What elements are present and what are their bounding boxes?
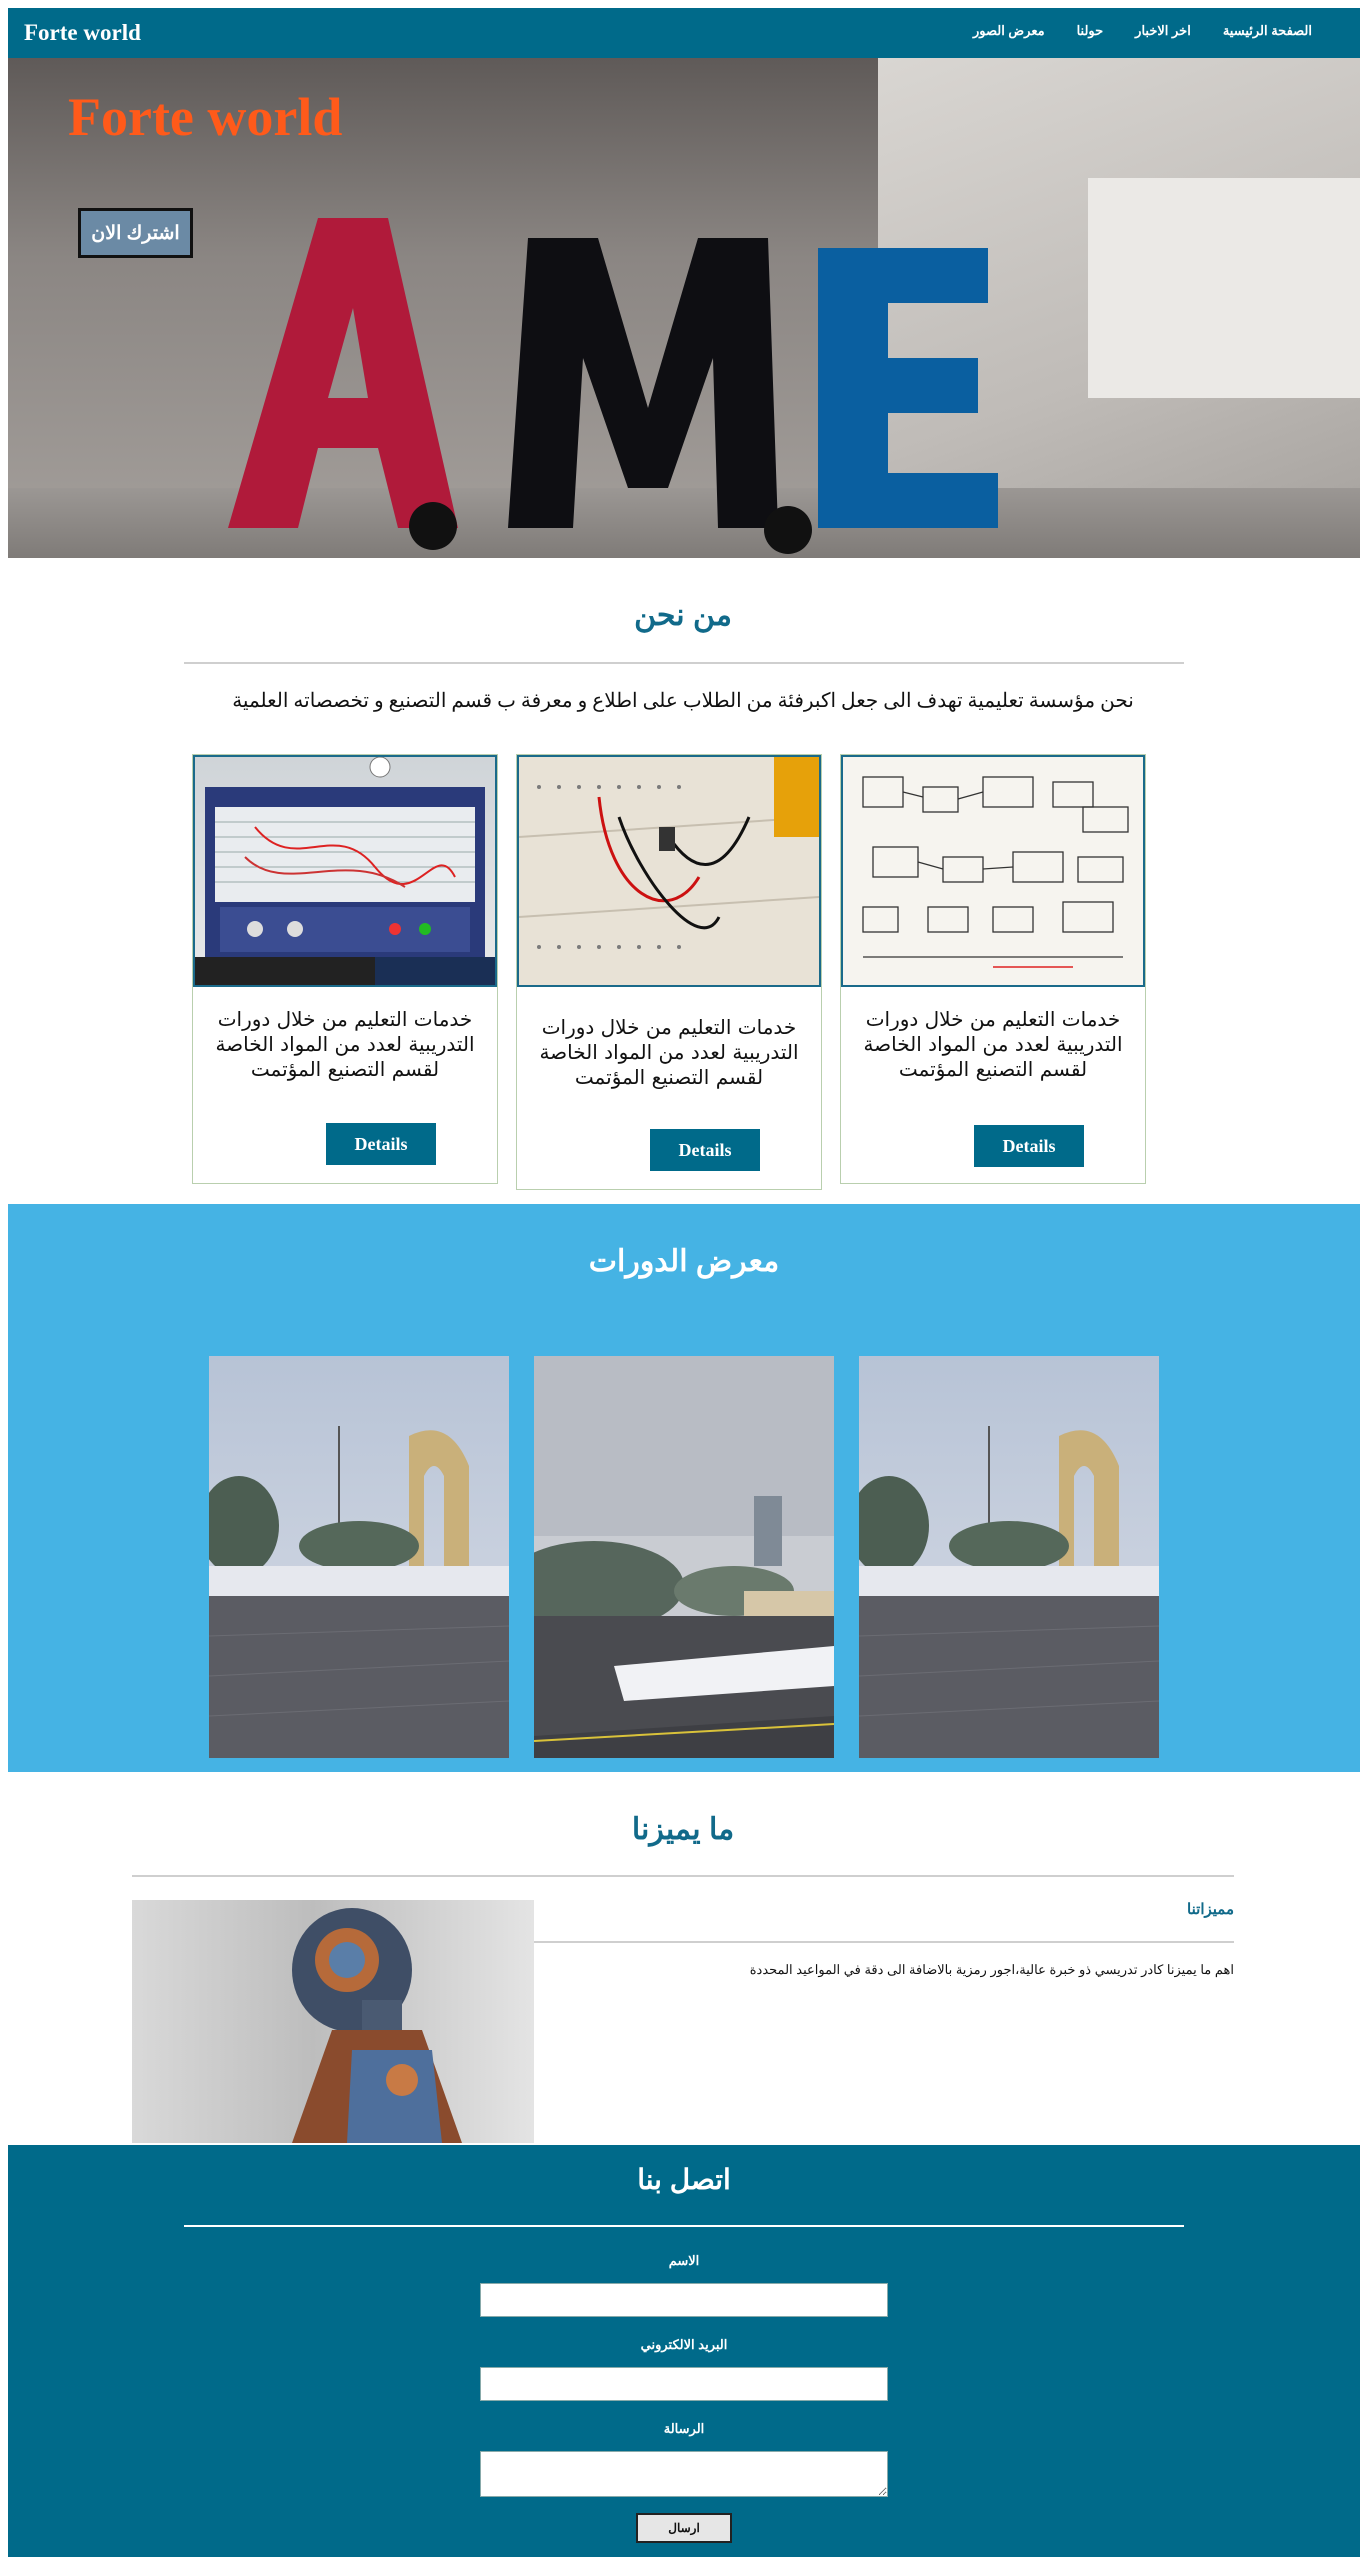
service-card: خدمات التعليم من خلال دورات التدريبية لع… xyxy=(516,754,822,1190)
nav-link-about[interactable]: حولنا xyxy=(1077,23,1104,39)
training-equipment-illustration xyxy=(195,757,495,985)
dot-m-shape xyxy=(764,506,812,554)
service-card: خدمات التعليم من خلال دورات التدريبية لع… xyxy=(840,754,1146,1184)
hero-title: Forte world xyxy=(68,87,343,147)
submit-button[interactable]: ارسال xyxy=(636,2513,732,2543)
details-button[interactable]: Details xyxy=(974,1125,1084,1167)
courses-gallery: معرض الدورات xyxy=(8,1204,1360,1772)
email-input[interactable] xyxy=(480,2367,888,2401)
service-card: خدمات التعليم من خلال دورات التدريبية لع… xyxy=(192,754,498,1184)
campus-snow-illustration xyxy=(534,1356,834,1758)
card-caption: خدمات التعليم من خلال دورات التدريبية لع… xyxy=(215,1007,475,1081)
breadboard-illustration xyxy=(519,757,819,985)
name-input[interactable] xyxy=(480,2283,888,2317)
robot-image xyxy=(132,1900,534,2143)
dot-a-shape xyxy=(409,502,457,550)
robot-illustration xyxy=(292,1908,462,2143)
details-button[interactable]: Details xyxy=(650,1129,760,1171)
subscribe-button[interactable]: اشترك الان xyxy=(78,208,193,258)
message-label: الرسالة xyxy=(663,2421,705,2436)
hero-background-panel xyxy=(1088,178,1360,398)
letter-e-shape xyxy=(818,248,998,528)
card-caption: خدمات التعليم من خلال دورات التدريبية لع… xyxy=(539,1015,799,1089)
gallery-image-monument[interactable] xyxy=(859,1356,1159,1758)
nav-links: الصفحة الرئيسية اخر الاخبار حولنا معرض ا… xyxy=(973,23,1312,39)
features-title: ما يميزنا xyxy=(631,1813,735,1846)
monument-snow-illustration xyxy=(209,1356,509,1758)
letter-a-shape xyxy=(228,218,458,528)
gallery-image-campus[interactable] xyxy=(534,1356,834,1758)
features-subdivider xyxy=(534,1941,1234,1943)
brand-logo[interactable]: Forte world xyxy=(24,20,141,46)
ame-letters-image xyxy=(228,218,998,554)
nav-link-latest-news[interactable]: اخر الاخبار xyxy=(1135,23,1191,39)
about-description: نحن مؤسسة تعليمية تهدف الى جعل اكبرفئة م… xyxy=(232,690,1134,712)
features-description: اهم ما يميزنا كادر تدريسي ذو خبرة عالية،… xyxy=(749,1962,1234,1977)
features-heading: مميزاتنا xyxy=(1187,1901,1234,1918)
details-button[interactable]: Details xyxy=(326,1123,436,1165)
gallery-image-monument[interactable] xyxy=(209,1356,509,1758)
page: Forte world الصفحة الرئيسية اخر الاخبار … xyxy=(0,0,1366,2564)
message-textarea[interactable] xyxy=(480,2451,888,2497)
whiteboard-diagram-illustration xyxy=(843,757,1143,985)
name-label: الاسم xyxy=(668,2253,700,2268)
contact-section: اتصل بنا الاسم البريد الالكتروني الرسالة… xyxy=(8,2145,1360,2557)
gallery-title: معرض الدورات xyxy=(588,1245,780,1278)
contact-title: اتصل بنا xyxy=(637,2164,731,2195)
about-divider xyxy=(184,662,1184,664)
whiteboard-diagram-image xyxy=(841,755,1145,987)
nav-link-gallery[interactable]: معرض الصور xyxy=(973,23,1045,39)
training-equipment-image xyxy=(193,755,497,987)
features-divider xyxy=(132,1875,1234,1877)
card-caption: خدمات التعليم من خلال دورات التدريبية لع… xyxy=(863,1007,1123,1081)
top-navbar: Forte world الصفحة الرئيسية اخر الاخبار … xyxy=(8,8,1360,58)
about-title: من نحن xyxy=(634,599,732,632)
monument-snow-illustration xyxy=(859,1356,1159,1758)
email-label: البريد الالكتروني xyxy=(640,2337,728,2352)
contact-divider xyxy=(184,2225,1184,2227)
breadboard-image xyxy=(517,755,821,987)
letter-m-shape xyxy=(508,238,778,528)
service-cards: خدمات التعليم من خلال دورات التدريبية لع… xyxy=(190,752,1150,1192)
nav-link-home[interactable]: الصفحة الرئيسية xyxy=(1223,23,1312,39)
hero-banner: Forte world اشترك الان xyxy=(8,58,1360,558)
